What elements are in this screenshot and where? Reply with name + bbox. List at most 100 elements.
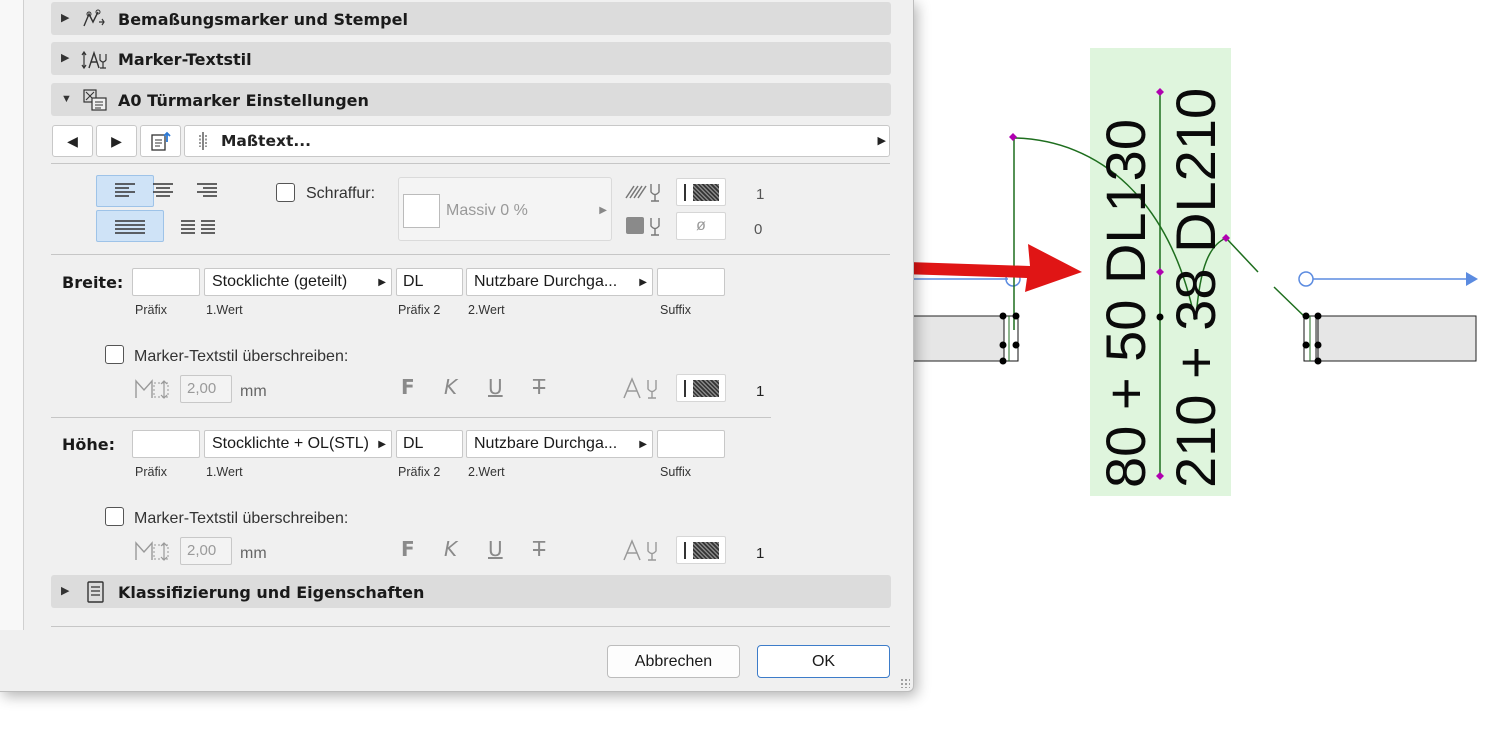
frame-left (1003, 315, 1019, 362)
fill-selector[interactable]: Massiv 0 % ▶ (398, 177, 612, 241)
width-unit: mm (240, 383, 267, 400)
section-classification[interactable]: ▶ Klassifizierung und Eigenschaften (51, 575, 891, 608)
caption-value2: 2.Wert (468, 303, 505, 317)
width-text-size-field[interactable]: 2,00 (180, 375, 232, 403)
width-override-label: Marker-Textstil überschreiben: (134, 348, 349, 365)
strikethrough-icon[interactable]: T (533, 537, 545, 561)
justify-icon (115, 220, 145, 234)
height-text-pen-swatch[interactable] (676, 536, 726, 564)
height-label: Höhe: (62, 435, 116, 454)
align-right-icon (197, 183, 217, 197)
distribute-button[interactable] (170, 210, 228, 242)
section-marker-text-style[interactable]: ▶ Marker-Textstil (51, 42, 891, 75)
width-label: Breite: (62, 273, 124, 292)
height-text-pen-number: 1 (756, 545, 765, 562)
separator (51, 626, 890, 627)
caption-prefix2: Präfix 2 (398, 465, 441, 479)
separator (51, 254, 890, 255)
italic-icon[interactable]: K (444, 537, 457, 561)
caption-value2: 2.Wert (468, 465, 505, 479)
justify-button[interactable] (96, 210, 164, 242)
height-prefix-field[interactable] (132, 430, 200, 458)
fill-background-swatch[interactable]: ø (676, 212, 726, 240)
separator (51, 417, 771, 418)
page-list-button[interactable] (140, 125, 181, 157)
cancel-button[interactable]: Abbrechen (607, 645, 740, 678)
section-title: A0 Türmarker Einstellungen (118, 91, 369, 110)
prev-page-button[interactable]: ◀ (52, 125, 93, 157)
page-arrow-icon: ▶ (877, 135, 886, 147)
marker-text-line2: 210 + 38 DL210 (1164, 87, 1227, 488)
door-settings-dialog: ▶ Bemaßungsmarker und Stempel ▶ Marker-T… (0, 0, 914, 692)
width-value1-text: Stocklichte (geteilt) (212, 273, 348, 290)
height-unit: mm (240, 545, 267, 562)
height-override-checkbox[interactable] (105, 507, 124, 526)
fill-arrow-icon: ▶ (599, 205, 607, 216)
wall-right (1315, 315, 1477, 362)
dialog-left-panel (0, 0, 24, 630)
resize-grip-icon[interactable] (900, 678, 910, 688)
width-value2-dropdown[interactable]: Nutzbare Durchga... ▶ (466, 268, 653, 296)
underline-icon[interactable]: U (488, 537, 503, 561)
expand-arrow-icon[interactable]: ▶ (61, 51, 69, 64)
expand-arrow-icon[interactable]: ▶ (61, 11, 69, 24)
height-prefix2-field[interactable]: DL (396, 430, 463, 458)
collapse-arrow-icon[interactable]: ▼ (61, 93, 72, 105)
distribute-icon (181, 220, 215, 234)
fill-value: Massiv 0 % (446, 202, 528, 219)
fill-label: Schraffur: (306, 185, 376, 202)
door-marker-settings-icon (83, 89, 107, 111)
text-size-icon (135, 379, 169, 399)
wall-left (899, 315, 1005, 362)
next-page-button[interactable]: ▶ (96, 125, 137, 157)
width-text-pen-swatch[interactable] (676, 374, 726, 402)
ok-button[interactable]: OK (757, 645, 890, 678)
fill-pen-icon (625, 184, 660, 202)
italic-icon[interactable]: K (444, 375, 457, 399)
expand-arrow-icon[interactable]: ▶ (61, 584, 69, 597)
align-right-button[interactable] (178, 175, 236, 207)
caption-prefix: Präfix (135, 465, 167, 479)
width-suffix-field[interactable] (657, 268, 725, 296)
width-override-checkbox[interactable] (105, 345, 124, 364)
fill-checkbox[interactable] (276, 183, 295, 202)
width-prefix2-field[interactable]: DL (396, 268, 463, 296)
caption-suffix: Suffix (660, 303, 692, 317)
section-title: Klassifizierung und Eigenschaften (118, 583, 425, 602)
classification-icon (87, 581, 104, 603)
fill-pen-swatch[interactable] (676, 178, 726, 206)
separator (51, 163, 890, 164)
text-pen-icon (623, 539, 657, 561)
none-symbol: ø (696, 217, 706, 234)
caption-suffix: Suffix (660, 465, 692, 479)
height-suffix-field[interactable] (657, 430, 725, 458)
bold-icon[interactable]: F (401, 537, 415, 561)
caption-prefix2: Präfix 2 (398, 303, 441, 317)
bold-icon[interactable]: F (401, 375, 415, 399)
strikethrough-icon[interactable]: T (533, 375, 545, 399)
fill-swatch (403, 194, 440, 228)
caption-prefix: Präfix (135, 303, 167, 317)
width-value1-dropdown[interactable]: Stocklichte (geteilt) ▶ (204, 268, 392, 296)
dimension-marker-icon (83, 9, 105, 27)
caption-value1: 1.Wert (206, 465, 243, 479)
dropdown-arrow-icon: ▶ (378, 439, 386, 450)
height-value2-dropdown[interactable]: Nutzbare Durchga... ▶ (466, 430, 653, 458)
height-value1-dropdown[interactable]: Stocklichte + OL(STL) ▶ (204, 430, 392, 458)
width-prefix-field[interactable] (132, 268, 200, 296)
arrow-right-icon: ▶ (111, 132, 122, 149)
page-title: Maßtext... (221, 132, 312, 150)
fill-background-pen-icon (626, 217, 660, 236)
section-dimension-markers[interactable]: ▶ Bemaßungsmarker und Stempel (51, 2, 891, 35)
underline-icon[interactable]: U (488, 375, 503, 399)
height-text-size-field[interactable]: 2,00 (180, 537, 232, 565)
caption-value1: 1.Wert (206, 303, 243, 317)
width-value2-text: Nutzbare Durchga... (474, 273, 618, 290)
text-pen-icon (623, 377, 657, 399)
dropdown-arrow-icon: ▶ (378, 277, 386, 288)
page-list-icon (150, 131, 171, 151)
section-door-marker-settings[interactable]: ▼ A0 Türmarker Einstellungen (51, 83, 891, 116)
height-value1-text: Stocklichte + OL(STL) (212, 435, 369, 452)
align-center-icon (153, 183, 173, 197)
page-selector[interactable]: Maßtext... ▶ (184, 125, 890, 157)
